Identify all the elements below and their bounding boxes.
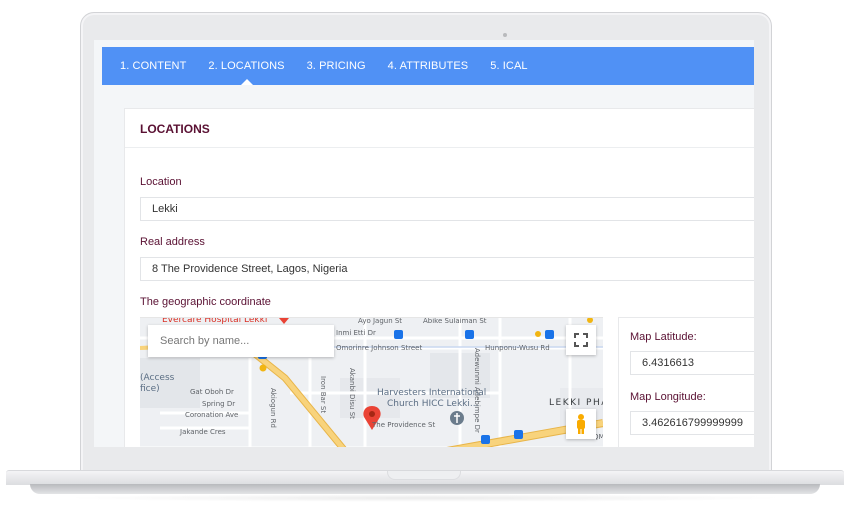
map-label-spring: Spring Dr <box>202 400 236 408</box>
coordinates-box: Map Latitude: Map Longitude: <box>618 317 754 447</box>
map-search-input[interactable] <box>148 325 334 357</box>
map-label-coronation: Coronation Ave <box>185 411 239 419</box>
laptop-base-bottom <box>30 484 820 494</box>
map-label-ironbar: Iron Bar St <box>319 376 327 414</box>
map-label-ayo: Ayo Jagun St <box>358 317 403 325</box>
step-tabs: 1. CONTENT 2. LOCATIONS 3. PRICING 4. AT… <box>102 47 754 85</box>
longitude-label: Map Longitude: <box>630 391 706 403</box>
tab-ical[interactable]: 5. ICAL <box>490 47 527 85</box>
map-label-access: (Access <box>140 373 175 383</box>
locations-panel: LOCATIONS Location Real address The geog… <box>124 108 754 447</box>
tab-attributes[interactable]: 4. ATTRIBUTES <box>388 47 469 85</box>
laptop-notch <box>387 471 461 480</box>
fullscreen-icon <box>574 333 588 347</box>
map-label-church-1: Harvesters International <box>377 388 487 398</box>
location-input[interactable] <box>140 197 754 221</box>
geo-coordinate-label: The geographic coordinate <box>140 296 271 308</box>
laptop-screen: 1. CONTENT 2. LOCATIONS 3. PRICING 4. AT… <box>94 40 754 447</box>
map-label-providence: The Providence St <box>372 421 436 429</box>
map-label-akanbi: Akanbi Disu St <box>348 368 356 419</box>
map-label-church-2: Church HICC Lekki... <box>387 399 479 409</box>
map-view[interactable]: Evercare Hospital Lekki Ayo Jagun St Abi… <box>140 317 603 447</box>
tab-content[interactable]: 1. CONTENT <box>120 47 186 85</box>
map-label-akiogun: Akiogun Rd <box>269 388 277 428</box>
map-label-hospital: Evercare Hospital Lekki <box>162 317 268 325</box>
longitude-input[interactable] <box>630 411 754 435</box>
map-label-inmi: Inmi Etti Dr <box>336 329 376 337</box>
tab-pricing[interactable]: 3. PRICING <box>307 47 366 85</box>
fullscreen-button[interactable] <box>566 325 596 355</box>
panel-title: LOCATIONS <box>125 109 754 148</box>
laptop-shadow <box>60 494 790 502</box>
tab-locations[interactable]: 2. LOCATIONS <box>208 47 284 85</box>
map-label-gat-oboh: Gat Oboh Dr <box>190 388 234 396</box>
map-label-omorinre: Omorinre Johnson Street <box>336 344 423 352</box>
pegman-icon <box>577 414 585 434</box>
laptop-base <box>6 470 844 485</box>
street-view-pegman-button[interactable] <box>566 409 596 439</box>
map-label-abike: Abike Sulaiman St <box>423 317 487 325</box>
latitude-label: Map Latitude: <box>630 331 697 343</box>
real-address-input[interactable] <box>140 257 754 281</box>
map-label-office: fice) <box>140 384 160 394</box>
real-address-label: Real address <box>140 236 205 248</box>
map-label-lekki-phase: LEKKI PHA <box>549 398 603 408</box>
location-label: Location <box>140 176 182 188</box>
map-label-jakande: Jakande Cres <box>180 428 226 436</box>
latitude-input[interactable] <box>630 351 754 375</box>
map-label-hunponu: Hunponu-Wusu Rd <box>485 344 550 352</box>
camera-dot <box>503 33 507 37</box>
